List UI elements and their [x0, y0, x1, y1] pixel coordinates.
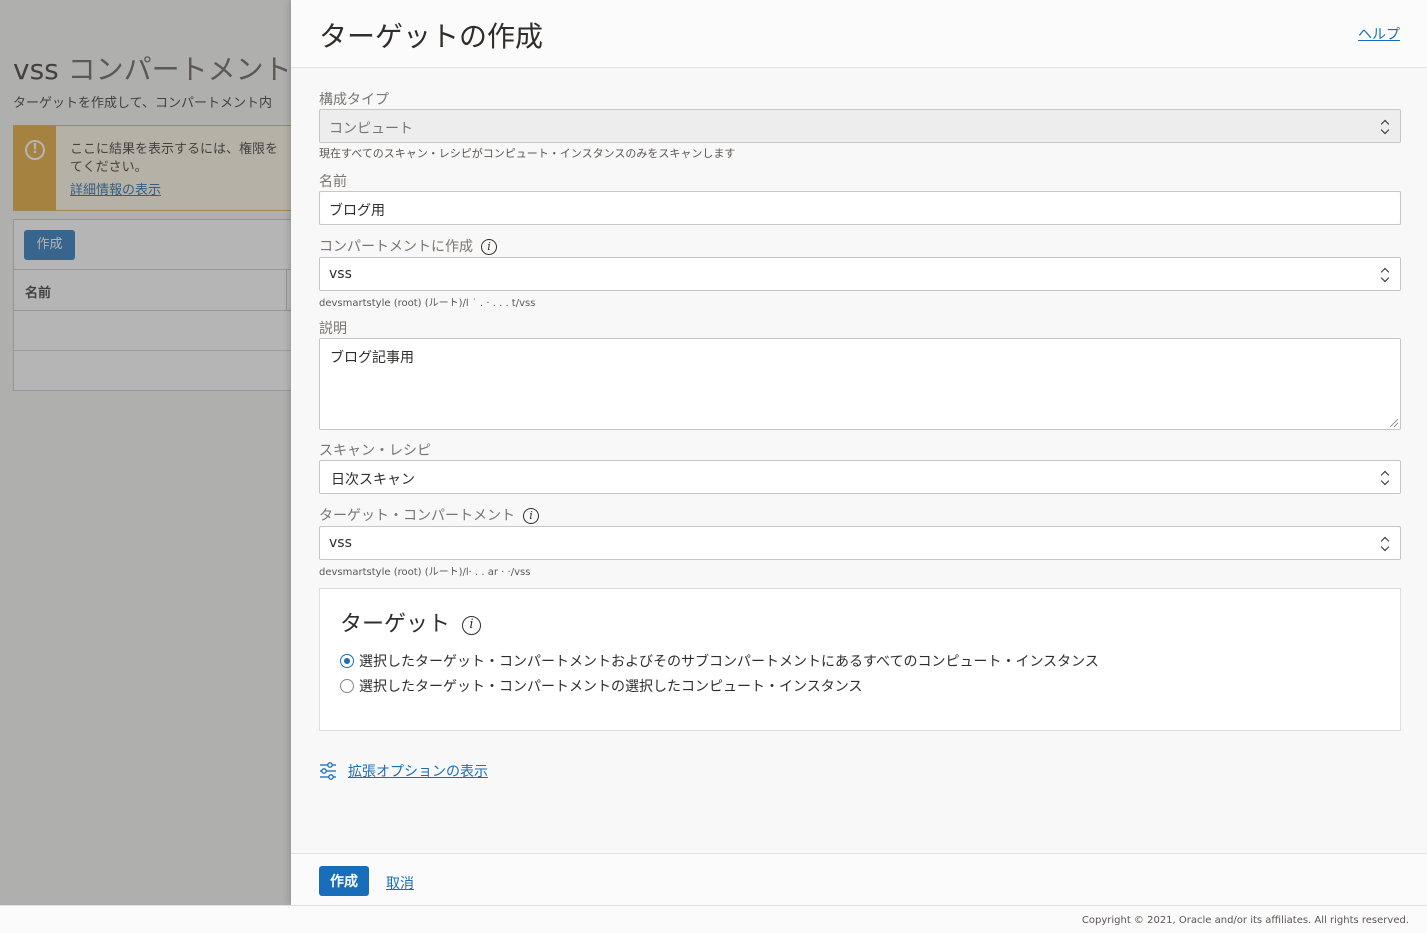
radio-unselected[interactable] — [340, 679, 354, 693]
create-in-compartment-path: devsmartstyle (root) (ルート)/l ˙ . · . . .… — [319, 298, 536, 309]
scan-recipe-label: スキャン・レシピ — [319, 443, 431, 459]
copyright-text: Copyright © 2021, Oracle and/or its affi… — [1081, 915, 1409, 926]
sliders-icon — [320, 762, 336, 780]
select-chevron-icon — [1380, 266, 1390, 284]
target-compartment-path: devsmartstyle (root) (ルート)/l· . . ar · ·… — [319, 567, 531, 578]
target-compartment-select[interactable]: vss — [319, 526, 1401, 560]
scan-recipe-value: 日次スキャン — [331, 472, 415, 488]
info-icon[interactable]: i — [481, 239, 497, 255]
config-type-hint: 現在すべてのスキャン・レシピがコンピュート・インスタンスのみをスキャンします — [319, 147, 736, 160]
help-link[interactable]: ヘルプ — [1358, 24, 1400, 44]
select-chevron-icon — [1380, 535, 1390, 553]
advanced-options-link[interactable]: 拡張オプションの表示 — [319, 761, 488, 781]
description-textarea[interactable]: ブログ記事用 — [319, 338, 1401, 430]
drawer-footer: 作成 取消 — [291, 853, 1427, 905]
select-chevron-icon — [1380, 118, 1390, 136]
target-compartment-label: ターゲット・コンパートメント i — [319, 505, 539, 525]
select-chevron-icon — [1380, 469, 1390, 487]
name-input[interactable]: ブログ用 — [319, 191, 1401, 225]
page-footer: Copyright © 2021, Oracle and/or its affi… — [0, 905, 1427, 933]
scan-recipe-select[interactable]: 日次スキャン — [319, 460, 1401, 494]
create-button[interactable]: 作成 — [319, 866, 369, 896]
name-value: ブログ用 — [329, 203, 385, 219]
config-type-label: 構成タイプ — [319, 92, 389, 108]
resize-handle-icon[interactable] — [1390, 419, 1398, 427]
name-label: 名前 — [319, 174, 347, 190]
drawer-header: ターゲットの作成 ヘルプ — [291, 0, 1427, 68]
target-compartment-value: vss — [329, 535, 352, 551]
targets-section: ターゲット i 選択したターゲット・コンパートメントおよびそのサブコンパートメント… — [319, 588, 1401, 731]
radio-all-instances[interactable]: 選択したターゲット・コンパートメントおよびそのサブコンパートメントにあるすべての… — [340, 651, 1099, 671]
targets-title: ターゲット i — [340, 606, 482, 638]
description-label: 説明 — [319, 321, 347, 337]
info-icon[interactable]: i — [462, 615, 482, 635]
radio-selected-instances[interactable]: 選択したターゲット・コンパートメントの選択したコンピュート・インスタンス — [340, 676, 862, 696]
create-in-compartment-value: vss — [329, 266, 352, 282]
description-value: ブログ記事用 — [330, 350, 414, 366]
radio-selected[interactable] — [340, 654, 354, 668]
config-type-value: コンピュート — [329, 121, 413, 137]
drawer-title: ターゲットの作成 — [319, 20, 544, 53]
info-icon[interactable]: i — [523, 508, 539, 524]
create-target-drawer: ターゲットの作成 ヘルプ 構成タイプ コンピュート 現在すべてのスキャン・レシピ… — [291, 0, 1427, 905]
config-type-select: コンピュート — [319, 109, 1401, 143]
cancel-link[interactable]: 取消 — [386, 873, 414, 893]
create-in-compartment-select[interactable]: vss — [319, 257, 1401, 291]
create-in-compartment-label: コンパートメントに作成 i — [319, 236, 497, 256]
